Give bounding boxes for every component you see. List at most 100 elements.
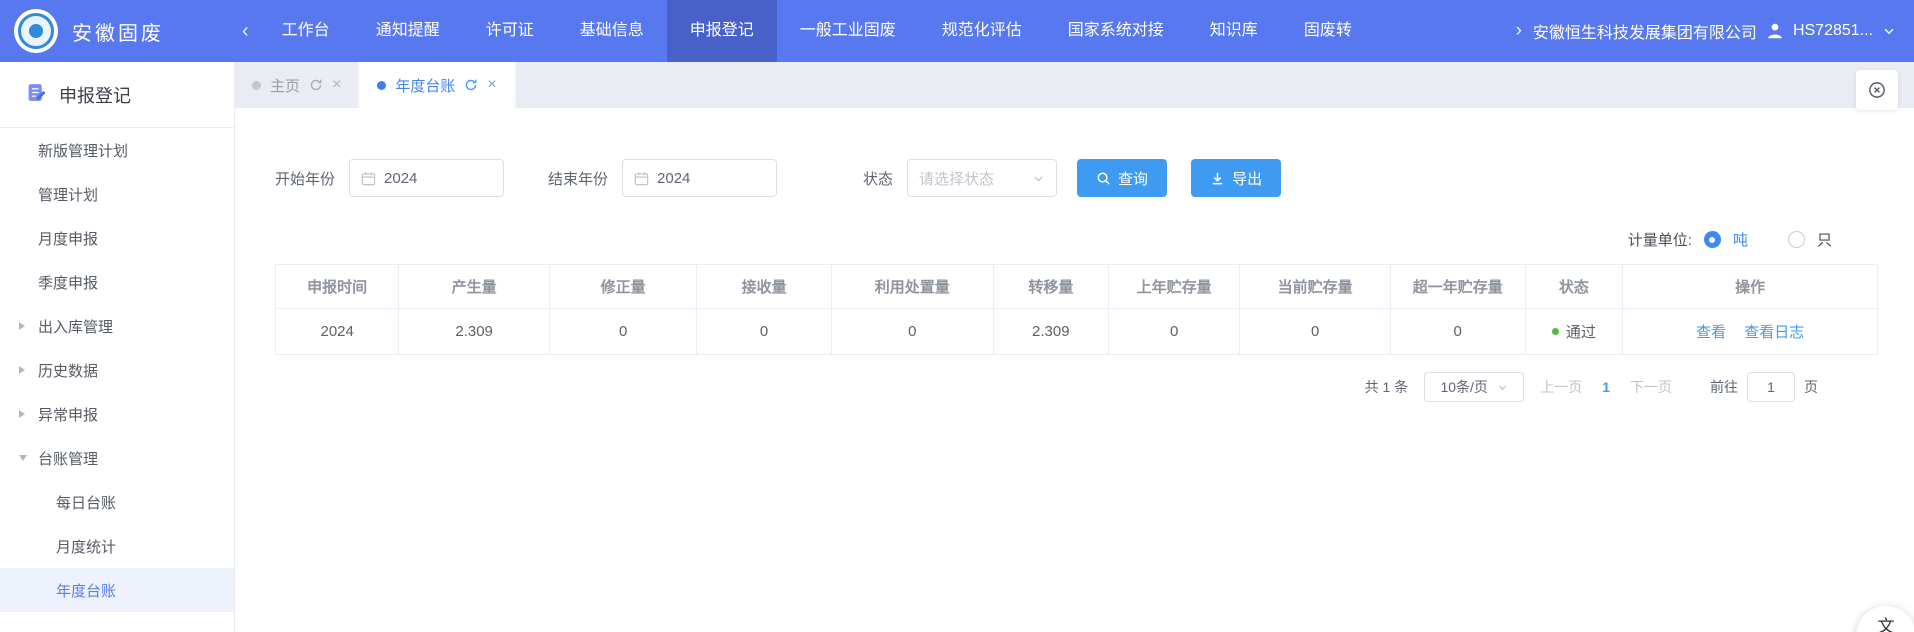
sidebar-item-monthly-declaration[interactable]: 月度申报 bbox=[0, 216, 234, 260]
nav-item-notifications[interactable]: 通知提醒 bbox=[353, 0, 463, 62]
search-button-label: 查询 bbox=[1118, 168, 1148, 189]
table-cell: 2024 bbox=[276, 309, 399, 355]
calendar-icon bbox=[634, 171, 649, 186]
app-logo-icon bbox=[14, 9, 58, 53]
unit-radio-ton[interactable] bbox=[1704, 231, 1721, 248]
nav-item-declaration[interactable]: 申报登记 bbox=[667, 0, 777, 62]
sidebar-menu: 新版管理计划 管理计划 月度申报 季度申报 出入库管理 历史数据 异常申报 台账… bbox=[0, 128, 234, 612]
sidebar-item-new-management-plan[interactable]: 新版管理计划 bbox=[0, 128, 234, 172]
table-header-cell: 状态 bbox=[1525, 265, 1623, 309]
sidebar-item-ledger-management[interactable]: 台账管理 bbox=[0, 436, 234, 480]
content-column: 主页 × 年度台账 × bbox=[235, 62, 1914, 632]
page-size-select[interactable]: 10条/页 bbox=[1424, 372, 1524, 402]
table-header-cell: 修正量 bbox=[549, 265, 696, 309]
table-cell: 0 bbox=[1240, 309, 1391, 355]
unit-option-ton-label[interactable]: 吨 bbox=[1733, 229, 1748, 250]
sidebar-header: 申报登记 bbox=[0, 62, 234, 128]
unit-radio-piece[interactable] bbox=[1788, 231, 1805, 248]
nav-item-knowledge-base[interactable]: 知识库 bbox=[1187, 0, 1281, 62]
table-header-cell: 操作 bbox=[1623, 265, 1878, 309]
table-header-cell: 接收量 bbox=[697, 265, 832, 309]
circle-close-icon bbox=[1866, 79, 1888, 101]
table-cell: 0 bbox=[1390, 309, 1525, 355]
nav-item-waste-transfer[interactable]: 固废转 bbox=[1281, 0, 1375, 62]
page-size-value: 10条/页 bbox=[1440, 377, 1487, 397]
export-button[interactable]: 导出 bbox=[1191, 159, 1281, 197]
sidebar-item-history-data[interactable]: 历史数据 bbox=[0, 348, 234, 392]
end-year-input[interactable] bbox=[657, 170, 757, 187]
sidebar-item-annual-ledger[interactable]: 年度台账 bbox=[0, 568, 234, 612]
main-layout: 申报登记 新版管理计划 管理计划 月度申报 季度申报 出入库管理 历史数据 异常… bbox=[0, 62, 1914, 632]
sidebar-item-label: 出入库管理 bbox=[38, 316, 113, 337]
export-button-label: 导出 bbox=[1232, 168, 1262, 189]
search-button[interactable]: 查询 bbox=[1077, 159, 1167, 197]
nav-item-workbench[interactable]: 工作台 bbox=[259, 0, 353, 62]
topbar-right: › 安徽恒生科技发展集团有限公司 HS72851... bbox=[1516, 19, 1896, 43]
table-row: 2024 2.309 0 0 0 2.309 0 0 0 bbox=[276, 309, 1878, 355]
sidebar-item-abnormal-declaration[interactable]: 异常申报 bbox=[0, 392, 234, 436]
nav-more-arrow-icon[interactable]: › bbox=[1516, 20, 1522, 42]
tab-home[interactable]: 主页 × bbox=[235, 62, 360, 108]
close-icon[interactable]: × bbox=[487, 76, 496, 94]
sidebar-item-inout-warehouse[interactable]: 出入库管理 bbox=[0, 304, 234, 348]
nav-collapse-arrow-icon[interactable]: ‹ bbox=[242, 20, 249, 43]
sidebar-item-label: 异常申报 bbox=[38, 404, 98, 425]
table-header-cell: 当前贮存量 bbox=[1240, 265, 1391, 309]
start-year-field[interactable] bbox=[349, 159, 504, 197]
sidebar-item-label: 历史数据 bbox=[38, 360, 98, 381]
page-content: 开始年份 结束年份 状态 请选择状态 bbox=[235, 108, 1914, 632]
sidebar: 申报登记 新版管理计划 管理计划 月度申报 季度申报 出入库管理 历史数据 异常… bbox=[0, 62, 235, 632]
user-id[interactable]: HS72851... bbox=[1793, 22, 1873, 40]
refresh-icon[interactable] bbox=[309, 78, 323, 92]
view-link[interactable]: 查看 bbox=[1696, 324, 1726, 341]
sidebar-item-monthly-stats[interactable]: 月度统计 bbox=[0, 524, 234, 568]
sidebar-item-management-plan[interactable]: 管理计划 bbox=[0, 172, 234, 216]
tab-label: 年度台账 bbox=[395, 75, 455, 96]
table-header-row: 申报时间 产生量 修正量 接收量 利用处置量 转移量 上年贮存量 当前贮存量 超… bbox=[276, 265, 1878, 309]
sidebar-item-label: 台账管理 bbox=[38, 448, 98, 469]
table-cell: 2.309 bbox=[399, 309, 550, 355]
unit-option-piece-label[interactable]: 只 bbox=[1817, 229, 1832, 250]
expand-right-icon bbox=[19, 322, 25, 330]
status-badge: 通过 bbox=[1552, 321, 1596, 342]
user-menu-chevron-icon[interactable] bbox=[1882, 24, 1896, 38]
nav-item-national-system[interactable]: 国家系统对接 bbox=[1045, 0, 1187, 62]
nav-item-basic-info[interactable]: 基础信息 bbox=[557, 0, 667, 62]
calendar-icon bbox=[361, 171, 376, 186]
end-year-field[interactable] bbox=[622, 159, 777, 197]
expand-right-icon bbox=[19, 366, 25, 374]
goto-page-input[interactable] bbox=[1747, 372, 1795, 402]
expand-down-icon bbox=[19, 455, 27, 461]
status-select[interactable]: 请选择状态 bbox=[907, 159, 1057, 197]
brand-title: 安徽固废 bbox=[72, 17, 164, 46]
tab-label: 主页 bbox=[270, 75, 300, 96]
prev-page-button[interactable]: 上一页 bbox=[1540, 377, 1582, 397]
start-year-input[interactable] bbox=[384, 170, 484, 187]
next-page-button[interactable]: 下一页 bbox=[1630, 377, 1672, 397]
sidebar-item-quarterly-declaration[interactable]: 季度申报 bbox=[0, 260, 234, 304]
nav-item-general-industrial-waste[interactable]: 一般工业固废 bbox=[777, 0, 919, 62]
tabbar-close-button[interactable] bbox=[1856, 70, 1898, 110]
download-icon bbox=[1210, 171, 1225, 186]
table-cell: 0 bbox=[549, 309, 696, 355]
page-number-1[interactable]: 1 bbox=[1602, 379, 1610, 395]
close-icon[interactable]: × bbox=[332, 76, 341, 94]
unit-selector: 计量单位: 吨 只 bbox=[275, 229, 1878, 250]
sidebar-item-daily-ledger[interactable]: 每日台账 bbox=[0, 480, 234, 524]
view-log-link[interactable]: 查看日志 bbox=[1744, 324, 1804, 341]
refresh-icon[interactable] bbox=[464, 78, 478, 92]
top-navbar: 安徽固废 ‹ 工作台 通知提醒 许可证 基础信息 申报登记 一般工业固废 规范化… bbox=[0, 0, 1914, 62]
main-nav: 工作台 通知提醒 许可证 基础信息 申报登记 一般工业固废 规范化评估 国家系统… bbox=[259, 0, 1375, 62]
end-year-label: 结束年份 bbox=[548, 168, 608, 189]
table-cell: 2.309 bbox=[993, 309, 1108, 355]
tab-status-dot bbox=[252, 81, 261, 90]
tab-status-dot bbox=[377, 81, 386, 90]
goto-unit-label: 页 bbox=[1804, 377, 1818, 397]
goto-label: 前往 bbox=[1710, 377, 1738, 397]
nav-item-standard-assessment[interactable]: 规范化评估 bbox=[919, 0, 1045, 62]
status-label: 状态 bbox=[863, 168, 893, 189]
nav-item-license[interactable]: 许可证 bbox=[463, 0, 557, 62]
tab-annual-ledger[interactable]: 年度台账 × bbox=[360, 62, 515, 108]
expand-right-icon bbox=[19, 410, 25, 418]
table-header-cell: 申报时间 bbox=[276, 265, 399, 309]
